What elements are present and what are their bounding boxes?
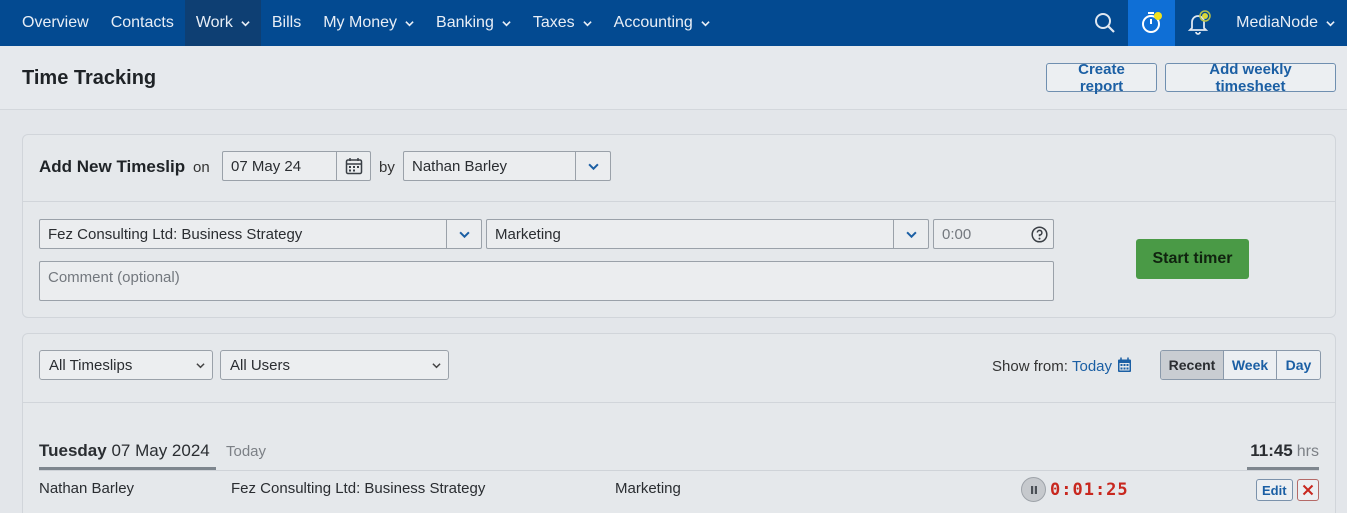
pause-timer-button[interactable] [1021,477,1046,502]
page-header: Time Tracking Create report Add weekly t… [0,46,1347,110]
show-from-date-link[interactable]: Today [1072,358,1112,375]
add-weekly-timesheet-button[interactable]: Add weekly timesheet [1165,61,1336,95]
nav-overview-label: Overview [22,14,89,31]
date-value: 07 May 24 [231,157,302,175]
chevron-down-icon [405,20,414,26]
close-icon [1302,484,1314,496]
search-icon [1094,13,1115,33]
nav-work[interactable]: Work [184,0,261,46]
nav-my-money[interactable]: My Money [312,0,425,46]
day-date: 07 May 2024 [111,441,210,460]
hours-input[interactable]: 0:00 [933,219,1054,249]
day-today-label: Today [226,443,267,460]
start-timer-button[interactable]: Start timer [1136,239,1249,279]
entry-project[interactable]: Business Strategy [364,480,485,497]
calendar-icon[interactable] [1117,357,1132,373]
chevron-down-icon [905,231,917,238]
nav-bills[interactable]: Bills [261,0,312,46]
account-name: MediaNode [1236,14,1318,31]
view-day-button[interactable]: Day [1276,351,1320,379]
nav-contacts-label: Contacts [110,14,174,31]
edit-entry-button[interactable]: Edit [1256,479,1293,501]
nav-banking-label: Banking [436,14,494,31]
calendar-button[interactable] [336,152,370,180]
chevron-down-icon [458,231,470,238]
nav-contacts[interactable]: Contacts [100,0,185,46]
day-total-unit: hrs [1296,443,1319,460]
day-weekday: Tuesday [39,441,107,460]
entry-task: Marketing [615,480,681,497]
day-heading: Tuesday 07 May 2024 [39,441,210,461]
nav-overview[interactable]: Overview [0,0,100,46]
chevron-down-icon [582,20,592,26]
timer-button[interactable] [1128,0,1176,46]
top-navigation: Overview Contacts Work Bills My Money Ba… [0,0,1347,46]
nav-accounting[interactable]: Accounting [603,0,721,46]
show-from-label: Show from: [992,358,1068,375]
create-report-button[interactable]: Create report [1046,61,1157,95]
nav-bills-label: Bills [271,14,302,31]
timeslip-filter-select[interactable]: All Timeslips [39,350,213,380]
date-field[interactable]: 07 May 24 [222,151,371,181]
search-button[interactable] [1081,0,1128,46]
nav-accounting-label: Accounting [613,14,693,31]
entry-project-link[interactable]: Fez Consulting Ltd: Business Strategy [231,480,485,497]
running-timer: 0:01:25 [1050,480,1129,500]
user-select[interactable]: Nathan Barley [403,151,611,181]
hours-placeholder: 0:00 [942,225,972,243]
row-separator [39,470,1319,471]
notifications-button[interactable] [1175,0,1222,46]
chevron-down-icon [196,363,205,369]
page-title: Time Tracking [22,67,157,89]
chevron-down-icon [1326,20,1335,26]
task-dropdown-toggle[interactable] [893,220,928,248]
nav-banking[interactable]: Banking [425,0,522,46]
nav-work-label: Work [195,14,233,31]
nav-my-money-label: My Money [323,14,398,31]
comment-field[interactable]: Comment (optional) [39,261,1054,301]
user-filter-value: All Users [230,356,291,374]
chevron-down-icon [432,363,441,369]
view-recent-button[interactable]: Recent [1161,351,1223,379]
delete-entry-button[interactable] [1297,479,1319,501]
task-select[interactable]: Marketing [486,219,929,249]
task-value: Marketing [495,225,561,243]
bell-icon [1187,10,1211,35]
add-timeslip-panel: Add New Timeslip on 07 May 24 by Nathan … [22,134,1336,318]
comment-placeholder: Comment (optional) [48,269,180,286]
list-divider [23,402,1335,403]
calendar-icon [345,158,362,175]
by-label: by [379,159,395,176]
nav-right-group: MediaNode [1081,0,1347,46]
nav-taxes-label: Taxes [532,14,575,31]
project-dropdown-toggle[interactable] [446,220,481,248]
timeslip-list-panel: All Timeslips All Users Show from: Today… [22,333,1336,513]
entry-client[interactable]: Fez Consulting Ltd [231,480,356,497]
user-dropdown-toggle[interactable] [575,152,610,180]
user-filter-select[interactable]: All Users [220,350,449,380]
nav-taxes[interactable]: Taxes [522,0,603,46]
stopwatch-icon [1141,12,1162,33]
day-total-value: 11:45 [1250,441,1293,460]
help-icon[interactable] [1031,226,1048,243]
project-select[interactable]: Fez Consulting Ltd: Business Strategy [39,219,482,249]
timeslip-header-row: Add New Timeslip on 07 May 24 by Nathan … [23,135,1335,202]
project-value: Fez Consulting Ltd: Business Strategy [48,225,303,243]
on-label: on [193,159,210,176]
entry-user: Nathan Barley [39,480,135,497]
chevron-down-icon [587,163,599,170]
account-menu[interactable]: MediaNode [1222,0,1347,46]
view-week-button[interactable]: Week [1223,351,1276,379]
add-timeslip-title: Add New Timeslip [39,157,186,176]
chevron-down-icon [241,20,250,26]
view-toggle: Recent Week Day [1160,350,1321,380]
chevron-down-icon [701,20,710,26]
chevron-down-icon [502,20,511,26]
day-total: 11:45 hrs [1250,441,1319,461]
user-value: Nathan Barley [412,157,508,175]
timeslip-filter-value: All Timeslips [49,356,133,374]
pause-icon [1030,485,1037,494]
